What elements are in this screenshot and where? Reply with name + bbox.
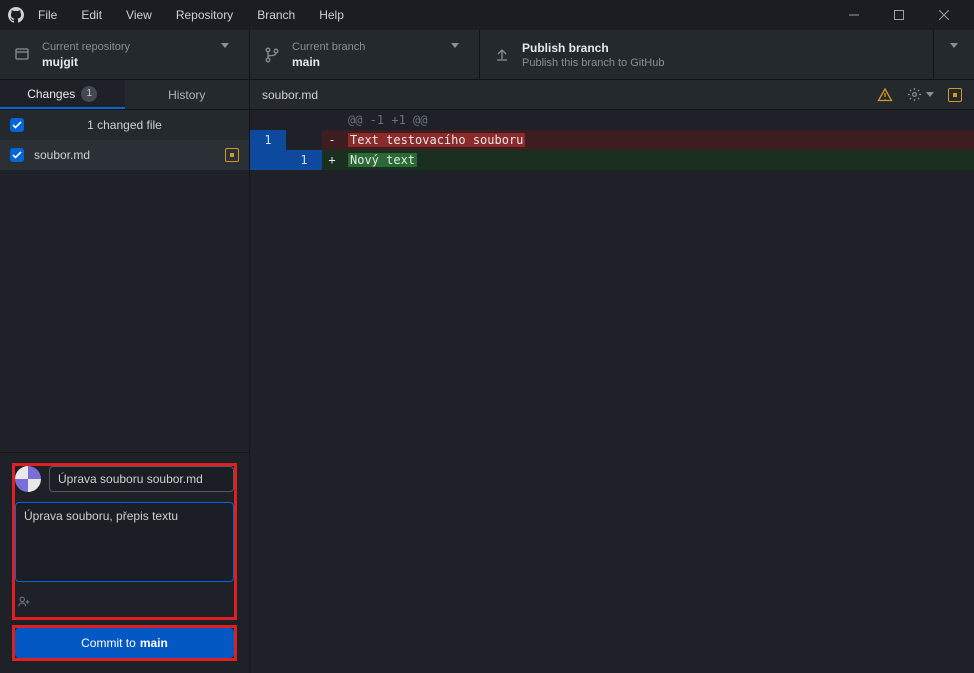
chevron-down-icon [445,48,465,62]
commit-description-input[interactable]: Úprava souboru, přepis textu [15,502,234,582]
branch-label: Current branch [292,41,433,53]
diff-hunk-header: @@ -1 +1 @@ [250,110,974,130]
sidebar: Changes 1 History 1 changed file soubor.… [0,80,250,673]
github-logo-icon [8,7,24,23]
repo-icon [14,47,30,63]
menu-help[interactable]: Help [309,4,354,26]
diff-line-removed[interactable]: 1 - Text testovacího souboru [250,130,974,150]
warning-icon[interactable] [877,87,893,103]
avatar [15,466,41,492]
branch-icon [264,47,280,63]
chevron-down-icon [944,48,964,62]
tab-changes[interactable]: Changes 1 [0,80,125,109]
publish-desc: Publish this branch to GitHub [522,57,919,69]
repo-label: Current repository [42,41,203,53]
maximize-button[interactable] [876,0,921,30]
diff-panel: soubor.md @@ -1 +1 @@ 1 - T [250,80,974,673]
commit-button-branch: main [140,636,168,650]
branch-name: main [292,55,433,69]
modified-icon [225,148,239,162]
diff-settings-button[interactable] [907,87,934,102]
files-header: 1 changed file [0,110,249,140]
tab-history[interactable]: History [125,80,250,109]
menu-edit[interactable]: Edit [71,4,112,26]
publish-icon [494,47,510,63]
select-all-checkbox[interactable] [10,118,24,132]
add-coauthor-button[interactable] [15,593,234,609]
menu-view[interactable]: View [116,4,162,26]
header-bar: Current repository mujgit Current branch… [0,30,974,80]
commit-button-prefix: Commit to [81,636,136,650]
tab-history-label: History [168,88,205,102]
tab-changes-label: Changes [27,87,75,101]
publish-button[interactable]: Publish branch Publish this branch to Gi… [480,30,934,79]
close-button[interactable] [921,0,966,30]
file-checkbox[interactable] [10,148,24,162]
repo-name: mujgit [42,55,203,69]
publish-title: Publish branch [522,41,919,55]
diff-line-added[interactable]: 1 + Nový text [250,150,974,170]
minimize-button[interactable] [831,0,876,30]
publish-more-button[interactable] [934,30,974,79]
menu-repository[interactable]: Repository [166,4,243,26]
files-count-label: 1 changed file [87,118,162,132]
commit-button[interactable]: Commit to main [15,628,234,658]
changes-count-badge: 1 [81,86,97,102]
menu-file[interactable]: File [28,4,67,26]
repo-selector[interactable]: Current repository mujgit [0,30,250,79]
file-row[interactable]: soubor.md [0,140,249,170]
menu-branch[interactable]: Branch [247,4,305,26]
branch-selector[interactable]: Current branch main [250,30,480,79]
chevron-down-icon [215,48,235,62]
modified-icon [948,88,962,102]
titlebar: File Edit View Repository Branch Help [0,0,974,30]
file-name: soubor.md [34,148,215,162]
commit-summary-input[interactable] [49,466,234,492]
diff-filename: soubor.md [262,88,318,102]
